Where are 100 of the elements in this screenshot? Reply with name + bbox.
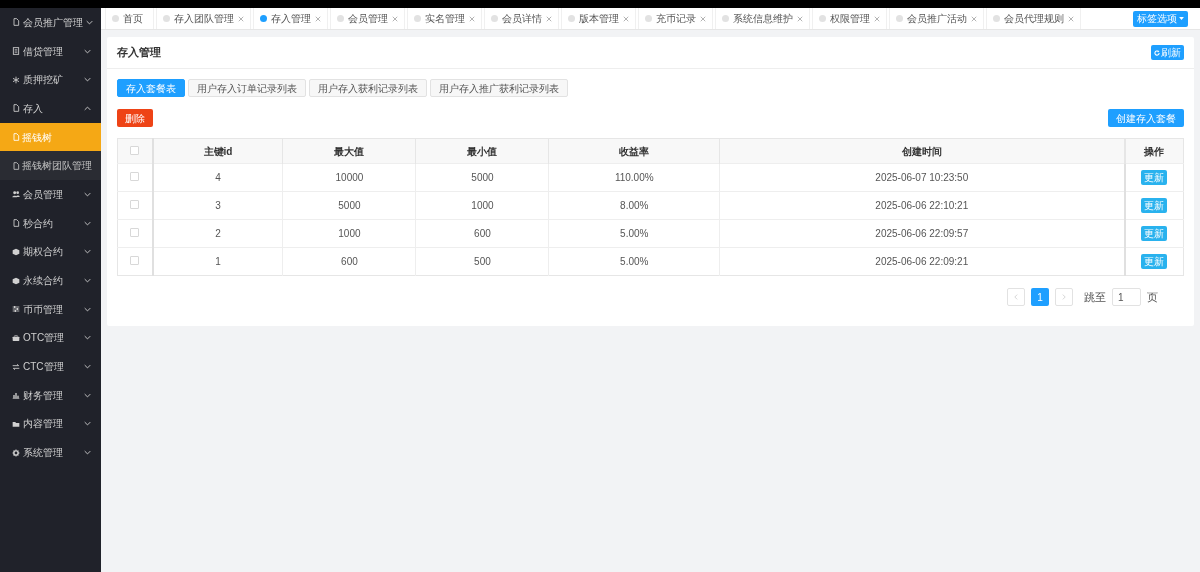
chevron-down-icon <box>84 48 91 54</box>
sub-tab[interactable]: 用户存入获利记录列表 <box>309 79 427 97</box>
table-cell: 1000 <box>338 228 361 239</box>
tab[interactable]: 会员管理 <box>330 8 405 29</box>
checkbox[interactable] <box>130 145 140 155</box>
sidebar-item-label: 期权合约 <box>23 245 63 260</box>
delete-button[interactable]: 删除 <box>117 109 153 127</box>
sidebar-item-label: 系统管理 <box>23 446 63 461</box>
tab-label: 会员详情 <box>502 12 542 26</box>
close-icon[interactable] <box>392 15 398 22</box>
chevron-down-icon <box>84 335 91 341</box>
close-icon[interactable] <box>700 15 706 22</box>
tab-label: 版本管理 <box>579 12 619 26</box>
folder-icon <box>12 419 20 428</box>
sidebar-item-label: 会员管理 <box>23 187 63 202</box>
table-cell: 5.00% <box>620 256 649 267</box>
asterisk-icon <box>12 75 20 84</box>
sidebar-item[interactable]: CTC管理 <box>0 352 101 381</box>
column-header: 最小值 <box>467 145 498 157</box>
close-icon[interactable] <box>874 15 880 22</box>
sidebar-item[interactable]: 财务管理 <box>0 380 101 410</box>
sidebar-item-label: CTC管理 <box>23 360 64 375</box>
sidebar-item-label: 币币管理 <box>23 302 63 317</box>
file-icon <box>12 161 20 170</box>
tab[interactable]: 版本管理 <box>561 8 636 29</box>
sidebar-subitem[interactable]: 摇钱树团队管理 <box>0 151 101 181</box>
sidebar-item-label: 借贷管理 <box>23 44 63 59</box>
sidebar-item[interactable]: 秒合约 <box>0 208 101 238</box>
sidebar-item[interactable]: 质押挖矿 <box>0 65 101 95</box>
tab[interactable]: 存入管理 <box>253 8 328 29</box>
cube-icon <box>12 276 20 285</box>
tab-label: 充币记录 <box>656 12 696 26</box>
tab[interactable]: 会员详情 <box>484 8 559 29</box>
column-header: 最大值 <box>334 145 365 157</box>
chevron-down-icon <box>84 421 91 427</box>
chevron-down-icon <box>84 77 91 83</box>
close-icon[interactable] <box>238 15 244 22</box>
table-cell: 600 <box>341 256 358 267</box>
sidebar-item[interactable]: 币币管理 <box>0 294 101 324</box>
close-icon[interactable] <box>315 15 321 22</box>
column-header: 创建时间 <box>901 145 942 157</box>
close-icon[interactable] <box>546 15 552 22</box>
close-icon[interactable] <box>623 15 629 22</box>
tab[interactable]: 会员代理规则 <box>986 8 1081 29</box>
tab[interactable]: 系统信息维护 <box>715 8 810 29</box>
cube-icon <box>12 247 20 256</box>
table-cell: 8.00% <box>620 200 649 211</box>
close-icon[interactable] <box>971 15 977 22</box>
tab[interactable]: 会员推广活动 <box>889 8 984 29</box>
chevron-down-icon <box>84 306 91 312</box>
close-icon[interactable] <box>469 15 475 22</box>
sidebar-item[interactable]: 永续合约 <box>0 266 101 295</box>
previous-page-button[interactable] <box>1007 288 1025 306</box>
next-page-button[interactable] <box>1055 288 1073 306</box>
chevron-down-icon <box>84 191 91 197</box>
checkbox[interactable] <box>130 256 140 265</box>
table-cell: 2025-06-06 22:09:21 <box>875 256 969 267</box>
chevron-down-icon <box>84 450 91 456</box>
tab[interactable]: 权限管理 <box>812 8 887 29</box>
sidebar-item[interactable]: 内容管理 <box>0 409 101 439</box>
sliders-icon <box>12 305 20 314</box>
column-header: 操作 <box>1144 145 1165 157</box>
sidebar-item-label: 内容管理 <box>23 417 63 432</box>
table-cell: 10000 <box>335 172 364 183</box>
sidebar-item[interactable]: OTC管理 <box>0 323 101 353</box>
sidebar-item[interactable]: 系统管理 <box>0 438 101 467</box>
table-cell: 600 <box>474 228 491 239</box>
tab[interactable]: 实名管理 <box>407 8 482 29</box>
sidebar-item[interactable]: 存入 <box>0 94 101 123</box>
table-cell: 5000 <box>471 172 494 183</box>
sidebar-item-label: 永续合约 <box>23 274 63 289</box>
sidebar-item[interactable]: 借贷管理 <box>0 36 101 66</box>
close-icon[interactable] <box>1068 15 1074 22</box>
close-icon[interactable] <box>797 15 803 22</box>
chevron-down-icon <box>84 249 91 255</box>
sidebar-item-label: 质押挖矿 <box>23 73 63 88</box>
tab[interactable]: 首页 <box>105 8 154 29</box>
caret-icon <box>1179 17 1184 20</box>
sub-tab[interactable]: 用户存入订单记录列表 <box>188 79 306 97</box>
sidebar-item[interactable]: 期权合约 <box>0 237 101 267</box>
checkbox[interactable] <box>130 228 140 237</box>
sidebar-item-label: 财务管理 <box>23 388 63 403</box>
tab-label: 会员管理 <box>348 12 388 26</box>
chevron-down-icon <box>84 220 91 226</box>
table-cell: 1000 <box>471 200 494 211</box>
checkbox[interactable] <box>130 172 140 181</box>
page-input[interactable]: 1 <box>1112 288 1141 306</box>
table-cell: 2025-06-06 22:10:21 <box>875 200 969 211</box>
sidebar-item[interactable]: 会员管理 <box>0 180 101 209</box>
users-icon <box>12 190 20 199</box>
chevron-right-icon <box>1062 294 1066 300</box>
tab-label: 权限管理 <box>830 12 870 26</box>
sidebar-item[interactable]: 会员推广管理 <box>0 8 101 37</box>
tab[interactable]: 充币记录 <box>638 8 713 29</box>
chevron-down-icon <box>84 278 91 284</box>
tab[interactable]: 存入团队管理 <box>156 8 251 29</box>
chevron-down-icon <box>86 19 93 25</box>
panel-title: 存入管理 <box>117 45 161 61</box>
checkbox[interactable] <box>130 200 140 209</box>
sub-tab[interactable]: 用户存入推广获利记录列表 <box>430 79 568 97</box>
